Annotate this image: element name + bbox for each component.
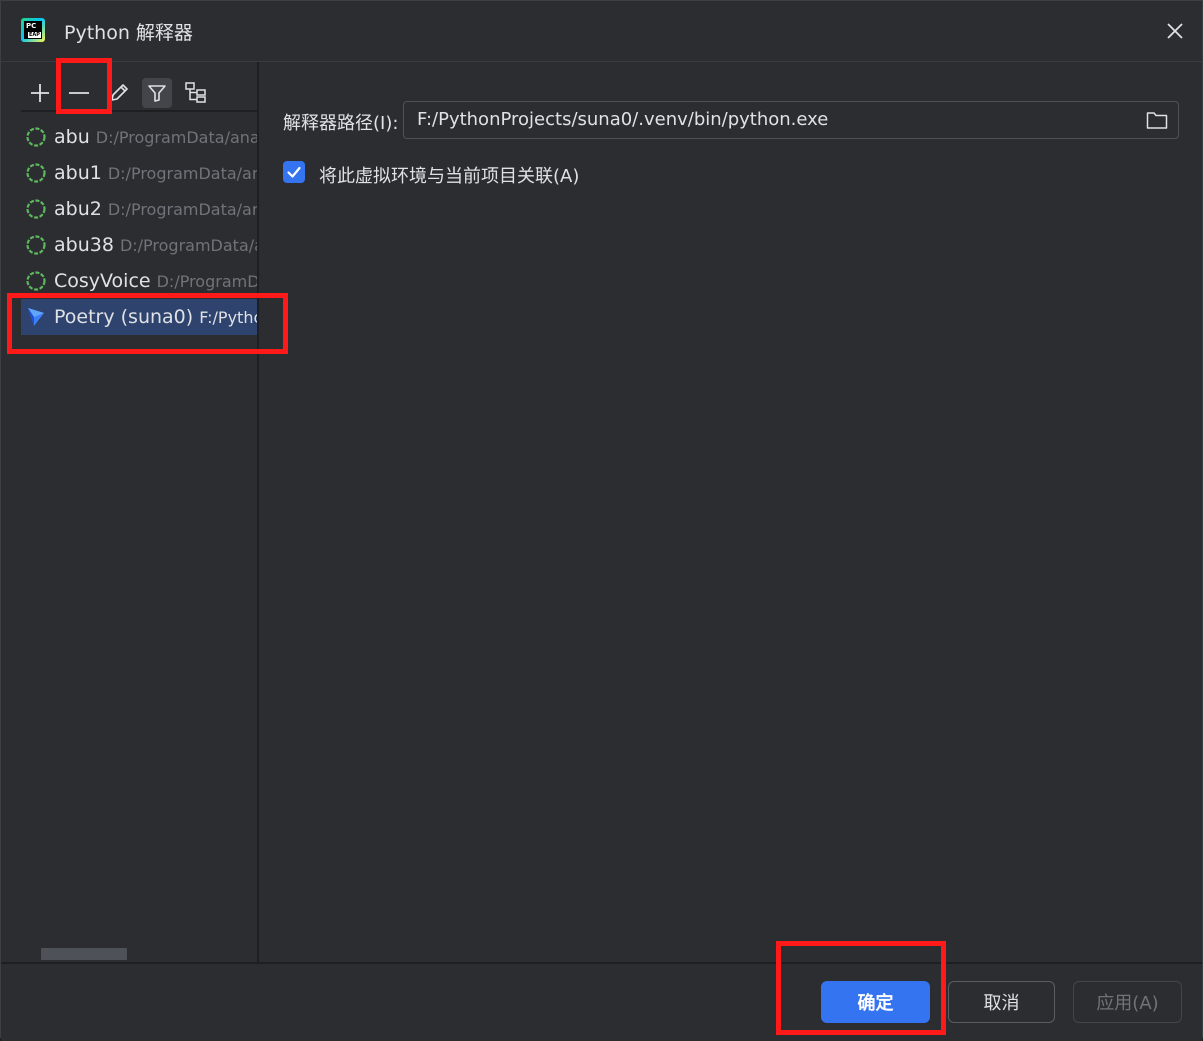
- conda-loading-icon: [26, 235, 46, 255]
- interpreter-name: abu2: [54, 198, 102, 220]
- interpreter-details-pane: 解释器路径(I): F:/PythonProjects/suna0/.venv/…: [259, 62, 1202, 962]
- interpreter-path-value: F:/PythonProjects/suna0/.venv/bin/python…: [417, 109, 829, 130]
- list-item-abu38[interactable]: abu38 D:/ProgramData/ar: [21, 227, 257, 263]
- interpreter-path: D:/ProgramDa: [156, 271, 257, 291]
- interpreter-path: D:/ProgramData/ana: [107, 199, 257, 219]
- remove-interpreter-button[interactable]: [64, 78, 94, 108]
- interpreter-path: D:/ProgramData/ana: [107, 163, 257, 183]
- tree-structure-icon: [185, 82, 206, 103]
- apply-button[interactable]: 应用(A): [1073, 981, 1182, 1023]
- interpreter-name: abu1: [54, 162, 102, 184]
- interpreter-name: Poetry (suna0): [54, 306, 194, 328]
- tree-view-button[interactable]: [181, 78, 211, 108]
- filter-icon: [148, 85, 166, 102]
- logo-eap-text: EAP: [28, 32, 41, 38]
- ok-button[interactable]: 确定: [821, 981, 930, 1023]
- associate-project-checkbox[interactable]: [283, 161, 305, 183]
- list-toolbar: [21, 74, 257, 112]
- list-item-abu2[interactable]: abu2 D:/ProgramData/ana: [21, 191, 257, 227]
- python-interpreter-dialog: PC EAP Python 解释器 abu D:/ProgramData/ana…: [0, 0, 1203, 1041]
- checkmark-icon: [287, 166, 301, 178]
- minus-icon: [69, 92, 89, 94]
- horizontal-scrollbar[interactable]: [41, 948, 127, 960]
- logo-text: PC: [26, 22, 37, 30]
- dialog-footer: 确定 取消 应用(A): [1, 962, 1202, 1041]
- conda-loading-icon: [26, 163, 46, 183]
- poetry-icon: [28, 308, 44, 326]
- close-icon: [1167, 23, 1183, 39]
- plus-icon: [31, 84, 49, 102]
- interpreter-list: abu D:/ProgramData/anac abu1 D:/ProgramD…: [21, 119, 257, 335]
- interpreter-path-label: 解释器路径(I):: [283, 113, 399, 134]
- folder-icon[interactable]: [1146, 110, 1168, 130]
- interpreter-name: abu38: [54, 234, 114, 256]
- list-item-abu[interactable]: abu D:/ProgramData/anac: [21, 119, 257, 155]
- interpreter-name: abu: [54, 126, 90, 148]
- associate-project-label[interactable]: 将此虚拟环境与当前项目关联(A): [319, 162, 579, 188]
- edit-interpreter-button[interactable]: [104, 78, 134, 108]
- interpreter-name: CosyVoice: [54, 270, 151, 292]
- list-item-abu1[interactable]: abu1 D:/ProgramData/ana: [21, 155, 257, 191]
- interpreter-path-field[interactable]: F:/PythonProjects/suna0/.venv/bin/python…: [403, 101, 1179, 139]
- list-item-poetry-suna0[interactable]: Poetry (suna0) F:/Python: [21, 299, 257, 335]
- add-interpreter-button[interactable]: [25, 78, 55, 108]
- close-button[interactable]: [1162, 18, 1188, 44]
- filter-button[interactable]: [142, 78, 172, 108]
- dialog-title: Python 解释器: [64, 22, 193, 44]
- pycharm-logo-icon: PC EAP: [21, 18, 45, 42]
- conda-loading-icon: [26, 199, 46, 219]
- interpreter-path: D:/ProgramData/ar: [119, 235, 257, 255]
- cancel-button[interactable]: 取消: [948, 981, 1055, 1023]
- interpreter-path: F:/Python: [199, 307, 257, 327]
- interpreter-list-pane: abu D:/ProgramData/anac abu1 D:/ProgramD…: [1, 62, 259, 962]
- conda-loading-icon: [26, 271, 46, 291]
- pencil-icon: [111, 84, 128, 101]
- interpreter-path: D:/ProgramData/anac: [95, 127, 257, 147]
- list-item-cosyvoice[interactable]: CosyVoice D:/ProgramDa: [21, 263, 257, 299]
- title-bar: PC EAP Python 解释器: [1, 1, 1202, 62]
- conda-loading-icon: [26, 127, 46, 147]
